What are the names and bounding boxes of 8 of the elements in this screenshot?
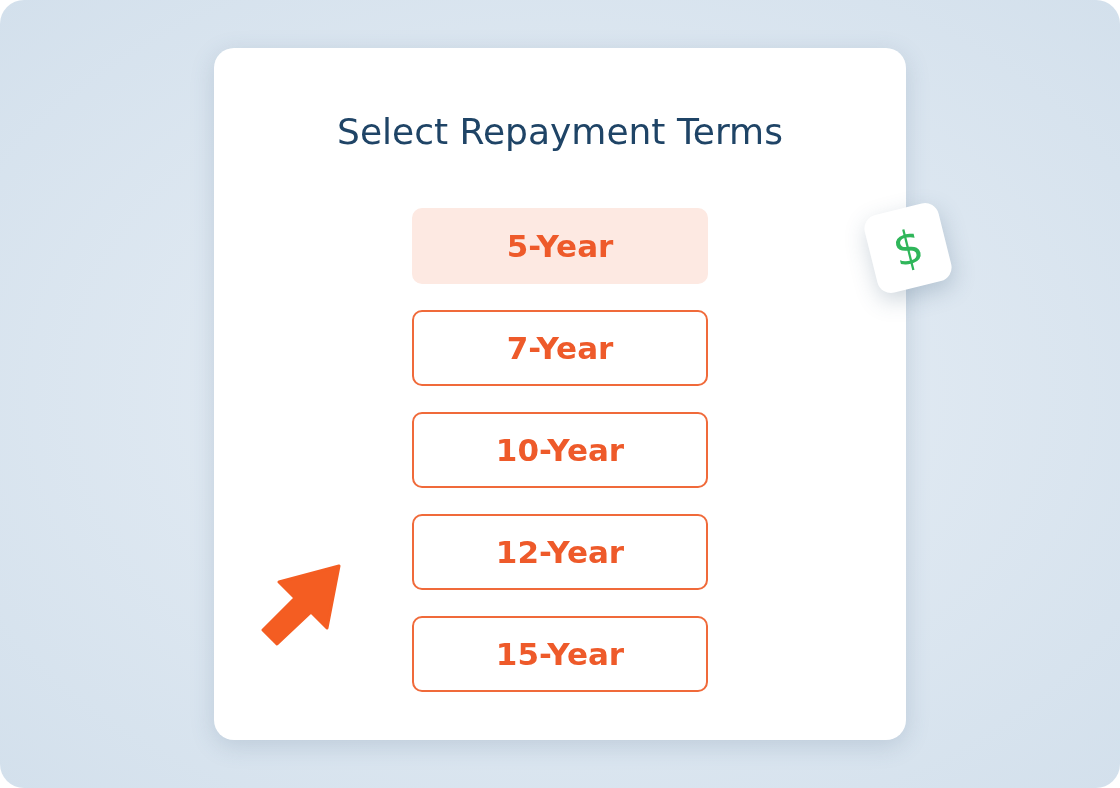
term-option[interactable]: 7-Year xyxy=(412,310,708,386)
cursor-arrow-icon xyxy=(261,564,341,646)
term-option[interactable]: 15-Year xyxy=(412,616,708,692)
term-option[interactable]: 5-Year xyxy=(412,208,708,284)
term-option[interactable]: 12-Year xyxy=(412,514,708,590)
term-option[interactable]: 10-Year xyxy=(412,412,708,488)
dollar-sign: $ xyxy=(888,222,928,274)
title: Select Repayment Terms xyxy=(337,110,783,154)
